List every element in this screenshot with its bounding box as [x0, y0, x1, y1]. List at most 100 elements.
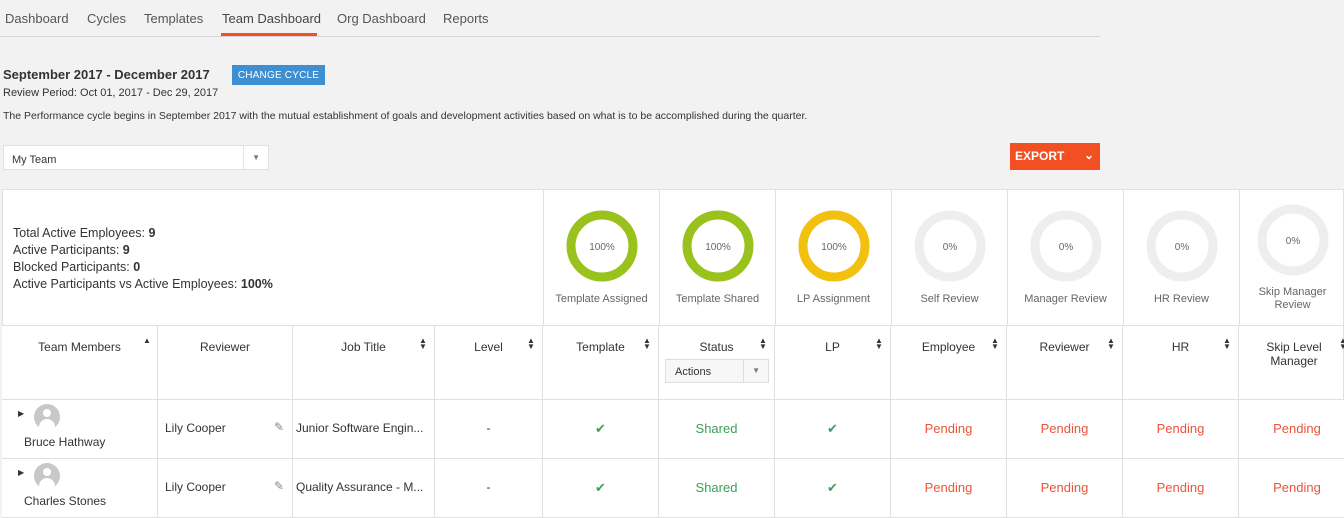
table-row-1-hr[interactable]: Pending — [1123, 400, 1239, 459]
stat-value: 9 — [148, 226, 156, 240]
pending-status: Pending — [1156, 421, 1205, 436]
ring-value: 0% — [1059, 242, 1074, 253]
header-label: Reviewer — [1039, 340, 1090, 354]
nav-dashboard[interactable]: Dashboard — [5, 11, 69, 26]
table-row-2-level: - — [435, 459, 543, 518]
table-row-2-status: Shared — [659, 459, 775, 518]
table-row-1-skip[interactable]: Pending — [1239, 400, 1344, 459]
header-lp[interactable]: LP ▲ ▼ — [775, 326, 891, 400]
ring-chart: 100% — [798, 210, 870, 282]
ring-value: 0% — [1286, 236, 1301, 247]
sort-icon: ▲ ▼ — [759, 336, 767, 351]
sort-icon: ▲ ▼ — [1339, 336, 1344, 351]
ring-value: 0% — [1175, 242, 1190, 253]
summary-panel: Total Active Employees: 9 Active Partici… — [2, 189, 1344, 326]
ring-label: Skip Manager Review — [1258, 286, 1327, 311]
pencil-icon[interactable]: ✎ — [274, 479, 284, 493]
select-divider — [243, 146, 244, 169]
stat-value: 100% — [240, 277, 273, 291]
stat-label: Total Active Employees: — [13, 226, 149, 240]
check-icon: ✔ — [595, 421, 606, 436]
avatar — [34, 404, 60, 430]
sort-icon: ▲ ▼ — [419, 336, 427, 351]
stat-label: Blocked Participants: — [13, 260, 134, 274]
table-row-1-job-title: Junior Software Engin... — [293, 400, 435, 459]
stat-label: Active Participants vs Active Employees: — [13, 277, 241, 291]
header-label: Reviewer — [199, 340, 250, 354]
export-button[interactable]: EXPORT ⌄ — [1010, 143, 1100, 170]
check-icon: ✔ — [595, 480, 606, 495]
change-cycle-button[interactable]: CHANGE CYCLE — [232, 65, 325, 85]
ring-chart: 0% — [1030, 210, 1102, 282]
status-value: Shared — [695, 480, 738, 495]
header-team-members[interactable]: Team Members ▲ — [2, 326, 158, 400]
header-reviewer[interactable]: Reviewer — [158, 326, 293, 400]
ring-label: Template Shared — [675, 293, 760, 305]
table-row-2-member[interactable]: ▶ Charles Stones — [2, 459, 158, 518]
team-select[interactable]: My Team ▼ — [3, 145, 269, 170]
table-row-1-member[interactable]: ▶ Bruce Hathway — [2, 400, 158, 459]
ring-chart: 0% — [914, 210, 986, 282]
level-value: - — [486, 421, 491, 435]
actions-select[interactable]: Actions ▼ — [665, 359, 769, 383]
progress-ring-3: 100% LP Assignment — [775, 190, 891, 325]
header-label: Status — [699, 340, 734, 354]
expand-row-icon[interactable]: ▶ — [18, 468, 24, 477]
ring-value: 100% — [821, 242, 847, 253]
header-reviewer-status[interactable]: Reviewer ▲ ▼ — [1007, 326, 1123, 400]
header-level[interactable]: Level ▲ ▼ — [435, 326, 543, 400]
sort-icon: ▲ ▼ — [527, 336, 535, 351]
reviewer-name: Lily Cooper — [165, 421, 226, 435]
cycle-title: September 2017 - December 2017 — [3, 67, 210, 82]
nav-reports[interactable]: Reports — [443, 11, 489, 26]
header-label: Level — [474, 340, 503, 354]
header-skip-level-manager[interactable]: Skip Level Manager ▲ ▼ — [1239, 326, 1344, 400]
participant-stats: Total Active Employees: 9 Active Partici… — [13, 225, 273, 293]
table-row-1-reviewer-status[interactable]: Pending — [1007, 400, 1123, 459]
nav-team-dashboard[interactable]: Team Dashboard — [222, 11, 321, 26]
active-tab-indicator — [221, 33, 317, 36]
pending-status: Pending — [1273, 480, 1321, 495]
table-row-2-skip[interactable]: Pending — [1239, 459, 1344, 518]
pending-status: Pending — [1040, 480, 1089, 495]
header-label: Job Title — [341, 340, 386, 354]
nav-templates[interactable]: Templates — [144, 11, 203, 26]
header-template[interactable]: Template ▲ ▼ — [543, 326, 659, 400]
header-label: HR — [1171, 340, 1190, 354]
progress-ring-7: 0% Skip Manager Review — [1239, 190, 1344, 325]
table-row-2-reviewer-status[interactable]: Pending — [1007, 459, 1123, 518]
top-nav: Dashboard Cycles Templates Team Dashboar… — [0, 0, 1100, 37]
pending-status: Pending — [1273, 421, 1321, 436]
stat-active-participants: Active Participants: 9 — [13, 242, 273, 259]
progress-ring-1: 100% Template Assigned — [543, 190, 659, 325]
member-name[interactable]: Charles Stones — [24, 494, 106, 508]
table-row-2-hr[interactable]: Pending — [1123, 459, 1239, 518]
table-row-1-level: - — [435, 400, 543, 459]
member-name[interactable]: Bruce Hathway — [24, 435, 105, 449]
table-row-2-employee[interactable]: Pending — [891, 459, 1007, 518]
ring-label: HR Review — [1153, 293, 1209, 305]
pencil-icon[interactable]: ✎ — [274, 420, 284, 434]
ring-label: LP Assignment — [796, 293, 871, 305]
table-row-2-job-title: Quality Assurance - M... — [293, 459, 435, 518]
job-title: Quality Assurance - M... — [296, 480, 424, 494]
nav-org-dashboard[interactable]: Org Dashboard — [337, 11, 426, 26]
header-status[interactable]: Status ▲ ▼ Actions ▼ — [659, 326, 775, 400]
table-row-1-employee[interactable]: Pending — [891, 400, 1007, 459]
nav-cycles[interactable]: Cycles — [87, 11, 126, 26]
stat-ratio: Active Participants vs Active Employees:… — [13, 276, 273, 293]
check-icon: ✔ — [827, 421, 838, 436]
header-job-title[interactable]: Job Title ▲ ▼ — [293, 326, 435, 400]
sort-icon: ▲ ▼ — [875, 336, 883, 351]
header-hr[interactable]: HR ▲ ▼ — [1123, 326, 1239, 400]
ring-chart: 100% — [682, 210, 754, 282]
header-label: Template — [576, 340, 625, 354]
cycle-description: The Performance cycle begins in Septembe… — [3, 110, 808, 122]
review-period: Review Period: Oct 01, 2017 - Dec 29, 20… — [3, 87, 219, 99]
header-label: Skip Level Manager — [1266, 340, 1322, 368]
header-employee[interactable]: Employee ▲ ▼ — [891, 326, 1007, 400]
pending-status: Pending — [1156, 480, 1205, 495]
ring-value: 100% — [589, 242, 615, 253]
expand-row-icon[interactable]: ▶ — [18, 409, 24, 418]
pending-status: Pending — [1040, 421, 1089, 436]
